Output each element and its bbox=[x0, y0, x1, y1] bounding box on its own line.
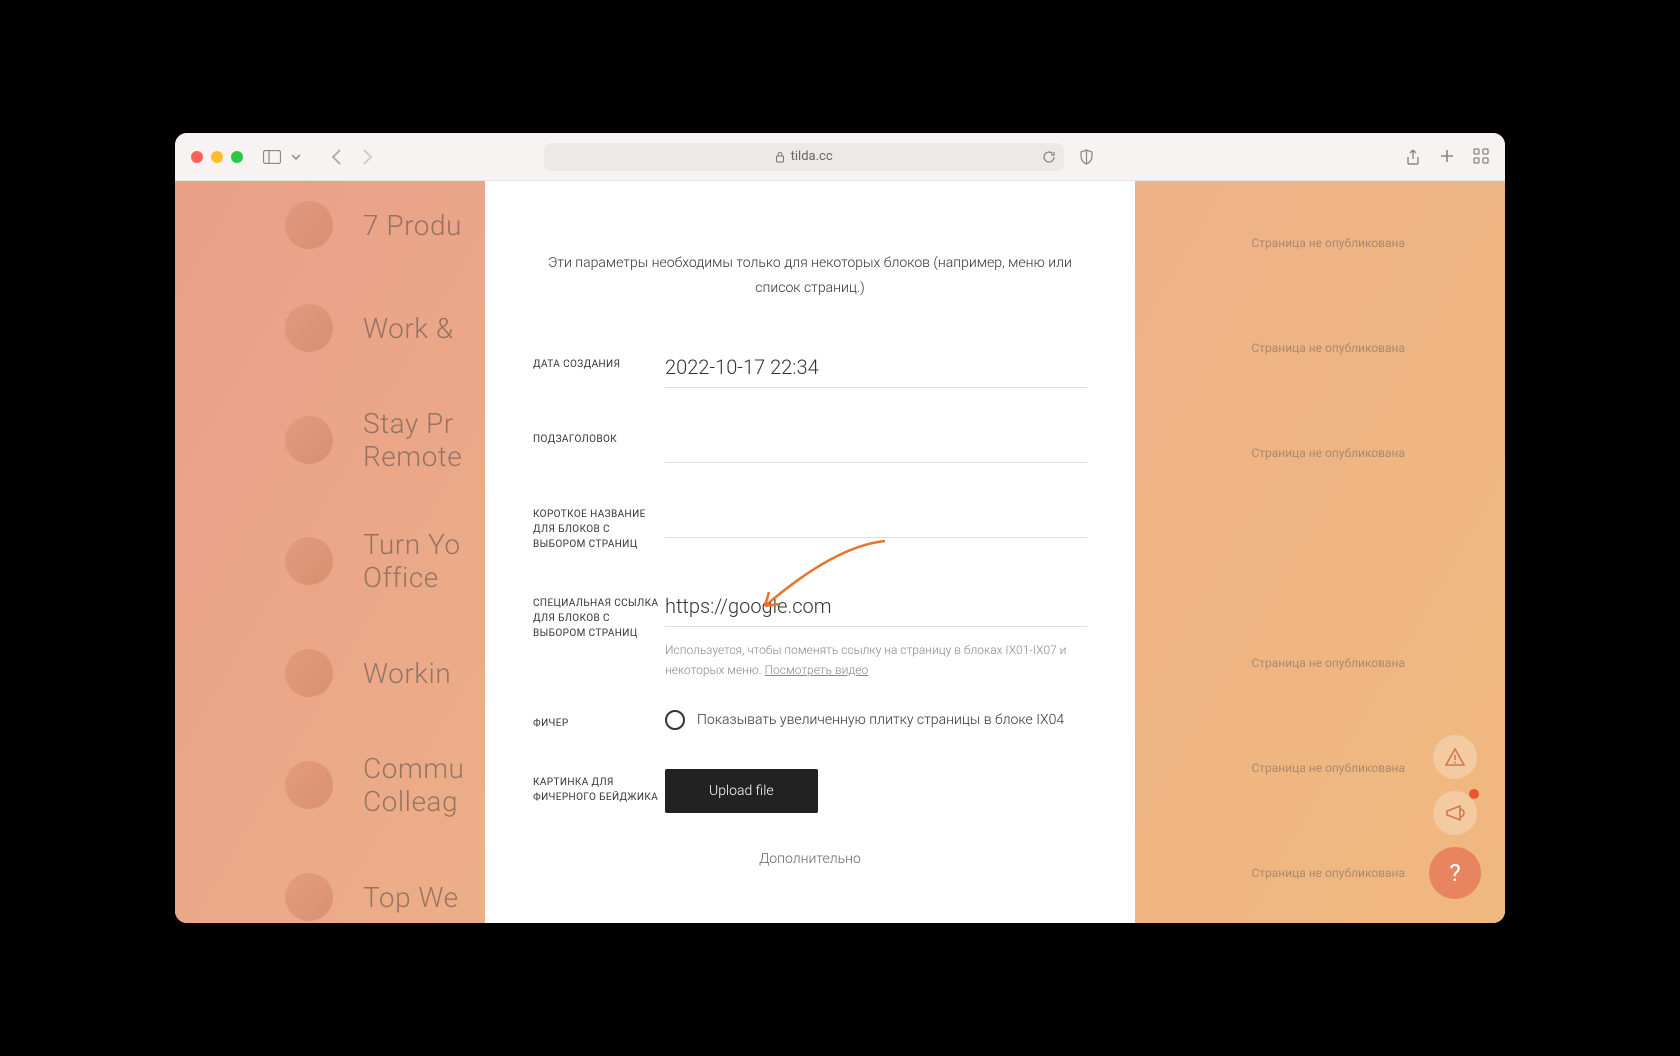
thumb-icon bbox=[285, 649, 333, 697]
minimize-window-button[interactable] bbox=[211, 151, 223, 163]
thumb-icon bbox=[285, 761, 333, 809]
settings-modal: Эти параметры необходимы только для неко… bbox=[485, 181, 1135, 923]
field-created-date: ДАТА СОЗДАНИЯ bbox=[533, 351, 1087, 388]
title-bar: tilda.cc bbox=[175, 133, 1505, 181]
privacy-shield-icon[interactable] bbox=[1079, 149, 1094, 165]
status-badge: Страница не опубликована bbox=[1251, 236, 1405, 250]
field-label: ПОДЗАГОЛОВОК bbox=[533, 426, 665, 447]
shortname-input[interactable] bbox=[665, 501, 1087, 538]
announce-fab[interactable] bbox=[1433, 791, 1477, 835]
maximize-window-button[interactable] bbox=[231, 151, 243, 163]
field-label: ДАТА СОЗДАНИЯ bbox=[533, 351, 665, 372]
more-section-label: Дополнительно bbox=[533, 851, 1087, 867]
help-icon: ? bbox=[1449, 859, 1460, 887]
lock-icon bbox=[775, 151, 785, 163]
url-host: tilda.cc bbox=[791, 149, 833, 164]
forward-button[interactable] bbox=[362, 148, 373, 166]
thumb-icon bbox=[285, 873, 333, 921]
thumb-icon bbox=[285, 201, 333, 249]
tabs-overview-icon[interactable] bbox=[1473, 148, 1489, 166]
field-label: КАРТИНКА ДЛЯ ФИЧЕРНОГО БЕЙДЖИКА bbox=[533, 769, 665, 805]
list-item: Work & bbox=[285, 304, 464, 352]
field-shortname: КОРОТКОЕ НАЗВАНИЕ ДЛЯ БЛОКОВ С ВЫБОРОМ С… bbox=[533, 501, 1087, 552]
notification-dot-icon bbox=[1469, 789, 1479, 799]
created-date-input[interactable] bbox=[665, 351, 1087, 388]
toolbar-right bbox=[1405, 148, 1489, 166]
warning-icon bbox=[1444, 747, 1466, 767]
list-item: Workin bbox=[285, 649, 464, 697]
new-tab-icon[interactable] bbox=[1439, 148, 1455, 166]
field-special-link: СПЕЦИАЛЬНАЯ ССЫЛКА ДЛЯ БЛОКОВ С ВЫБОРОМ … bbox=[533, 590, 1087, 679]
toolbar-left bbox=[263, 148, 373, 166]
url-bar[interactable]: tilda.cc bbox=[544, 143, 1064, 171]
status-badge: Страница не опубликована bbox=[1251, 656, 1405, 670]
status-badge: Страница не опубликована bbox=[1251, 341, 1405, 355]
megaphone-icon bbox=[1444, 803, 1466, 823]
field-hint: Используется, чтобы поменять ссылку на с… bbox=[665, 641, 1087, 679]
close-window-button[interactable] bbox=[191, 151, 203, 163]
list-item: Turn Yo Office bbox=[285, 528, 464, 594]
thumb-icon bbox=[285, 537, 333, 585]
list-item: Top We bbox=[285, 873, 464, 921]
fab-stack: ? bbox=[1429, 735, 1481, 899]
chevron-down-icon[interactable] bbox=[287, 148, 305, 166]
back-button[interactable] bbox=[331, 148, 342, 166]
list-item: Stay Pr Remote bbox=[285, 407, 464, 473]
warning-fab[interactable] bbox=[1433, 735, 1477, 779]
field-label: КОРОТКОЕ НАЗВАНИЕ ДЛЯ БЛОКОВ С ВЫБОРОМ С… bbox=[533, 501, 665, 552]
list-item: Commu Colleag bbox=[285, 752, 464, 818]
field-feature: ФИЧЕР Показывать увеличенную плитку стра… bbox=[533, 710, 1087, 731]
thumb-icon bbox=[285, 304, 333, 352]
subtitle-input[interactable] bbox=[665, 426, 1087, 463]
field-label: ФИЧЕР bbox=[533, 710, 665, 731]
thumb-icon bbox=[285, 416, 333, 464]
watch-video-link[interactable]: Посмотреть видео bbox=[765, 663, 869, 677]
help-fab[interactable]: ? bbox=[1429, 847, 1481, 899]
status-badge: Страница не опубликована bbox=[1251, 761, 1405, 775]
share-icon[interactable] bbox=[1405, 148, 1421, 166]
status-badge: Страница не опубликована bbox=[1251, 866, 1405, 880]
traffic-lights bbox=[191, 151, 243, 163]
sidebar-toggle-icon[interactable] bbox=[263, 148, 281, 166]
browser-window: tilda.cc 7 Produ Work & Stay Pr Remote bbox=[175, 133, 1505, 923]
refresh-icon[interactable] bbox=[1042, 150, 1056, 164]
upload-file-button[interactable]: Upload file bbox=[665, 769, 818, 813]
page-content: 7 Produ Work & Stay Pr Remote Turn Yo Of… bbox=[175, 181, 1505, 923]
field-label: СПЕЦИАЛЬНАЯ ССЫЛКА ДЛЯ БЛОКОВ С ВЫБОРОМ … bbox=[533, 590, 665, 641]
radio-label: Показывать увеличенную плитку страницы в… bbox=[697, 712, 1064, 728]
field-subtitle: ПОДЗАГОЛОВОК bbox=[533, 426, 1087, 463]
radio-icon bbox=[665, 710, 685, 730]
list-item: 7 Produ bbox=[285, 201, 464, 249]
status-badge: Страница не опубликована bbox=[1251, 446, 1405, 460]
background-page-list: 7 Produ Work & Stay Pr Remote Turn Yo Of… bbox=[285, 201, 464, 923]
special-link-input[interactable] bbox=[665, 590, 1087, 627]
feature-radio-option[interactable]: Показывать увеличенную плитку страницы в… bbox=[665, 710, 1087, 730]
field-badge-image: КАРТИНКА ДЛЯ ФИЧЕРНОГО БЕЙДЖИКА Upload f… bbox=[533, 769, 1087, 813]
modal-description: Эти параметры необходимы только для неко… bbox=[533, 251, 1087, 301]
